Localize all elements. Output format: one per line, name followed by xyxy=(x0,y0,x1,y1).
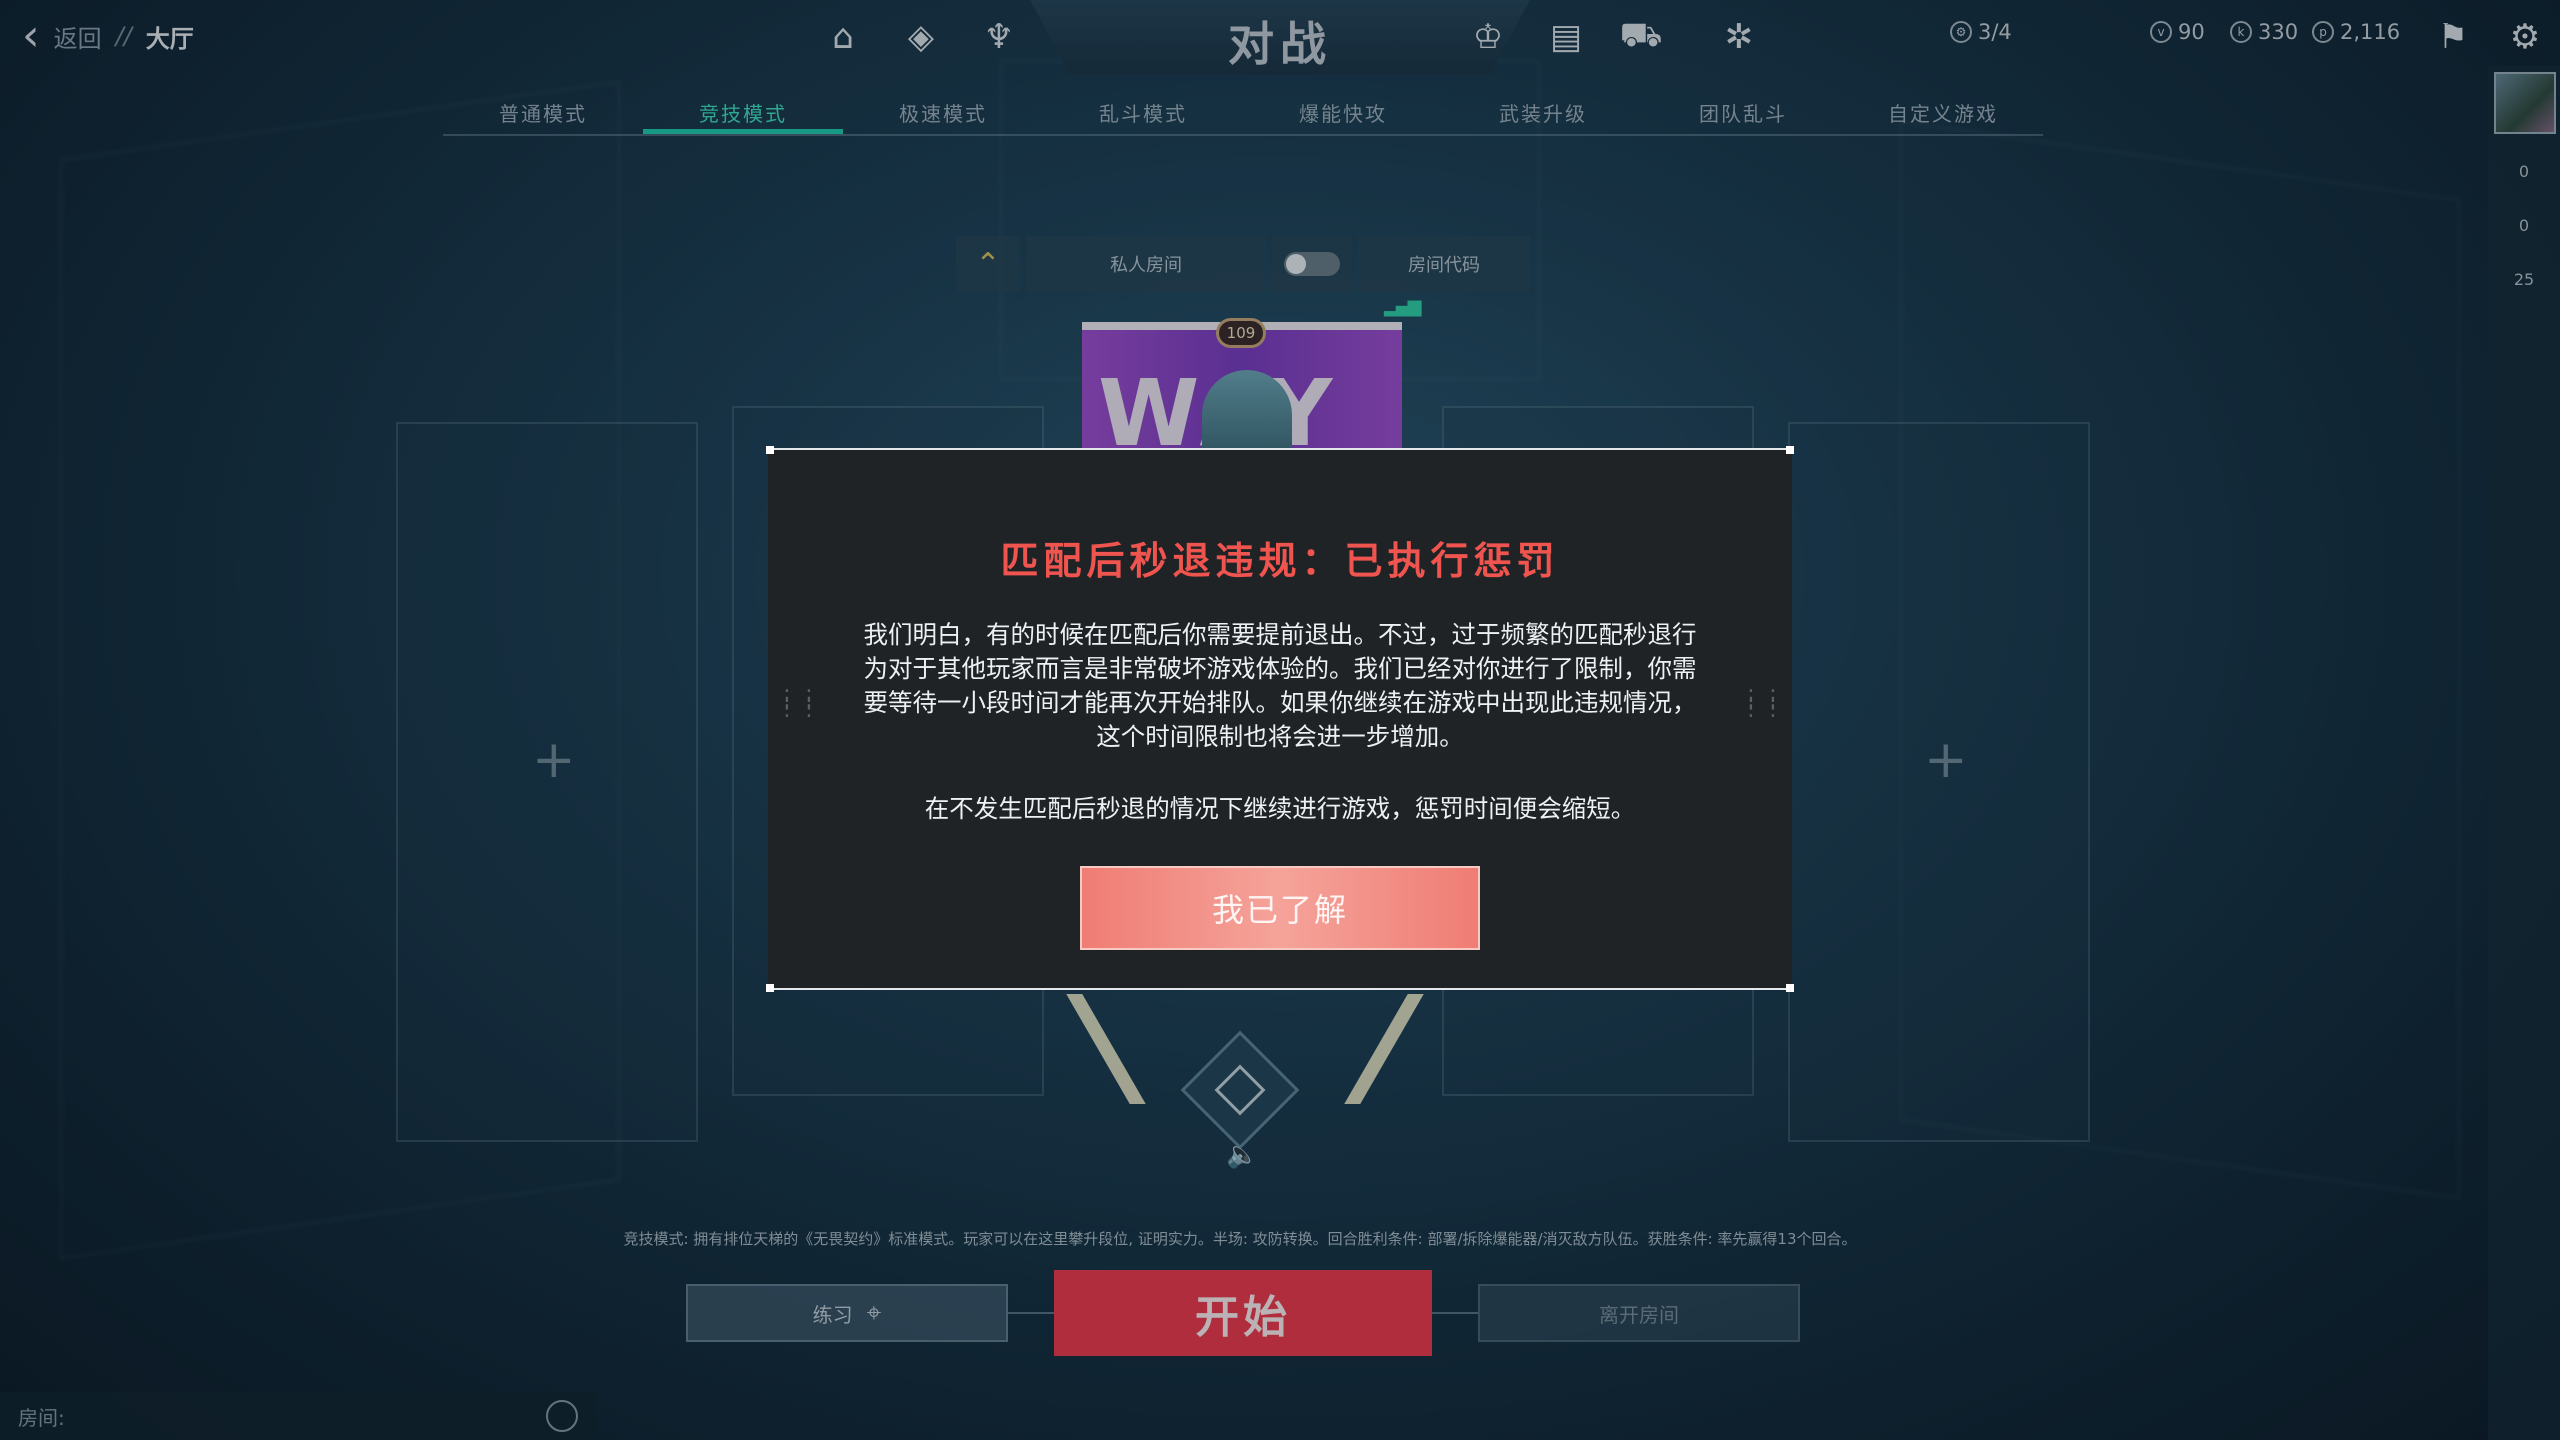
dialog-title: 匹配后秒退违规：已执行惩罚 xyxy=(1000,539,1560,583)
dialog-note: 在不发生匹配后秒退的情况下继续进行游戏，惩罚时间便会缩短。 xyxy=(924,794,1636,823)
dialog-body: 我们明白，有的时候在匹配后你需要提前退出。不过，过于频繁的匹配秒退行为对于其他玩… xyxy=(863,620,1697,751)
acknowledge-button[interactable]: 我已了解 xyxy=(1080,866,1480,950)
penalty-dialog: ⋮⋮ ⋮⋮ ⋮⋮ ⋮⋮ 匹配后秒退违规：已执行惩罚 我们明白，有的时候在匹配后你需要… xyxy=(766,446,1794,992)
dialog-grip-left: ⋮⋮ ⋮⋮ xyxy=(776,686,820,721)
dialog-grip-right: ⋮⋮ ⋮⋮ xyxy=(1740,686,1784,721)
